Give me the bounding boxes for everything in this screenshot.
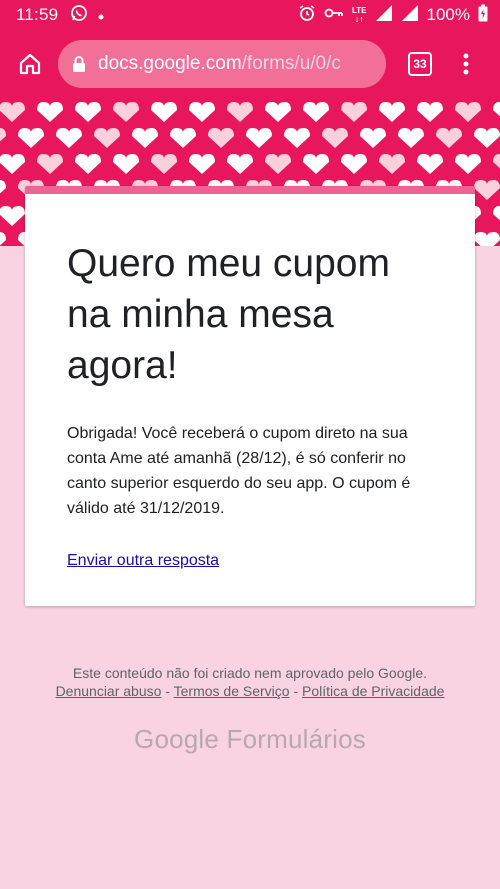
heart-shape [474,128,500,148]
heart-shape [18,128,44,148]
heart-shape [436,128,462,148]
heart-shape [303,102,329,122]
report-abuse-link[interactable]: Denunciar abuso [56,683,162,699]
footer: Este conteúdo não foi criado nem aprovad… [0,664,500,700]
heart-shape [0,232,6,246]
heart-shape [56,128,82,148]
signal-icon-2 [401,4,419,27]
heart-shape [75,154,101,174]
heart-shape [265,102,291,122]
battery-charging-icon [478,4,488,27]
heart-shape [398,128,424,148]
heart-shape [417,154,443,174]
heart-shape [170,128,196,148]
heart-shape [284,128,310,148]
url-path: /forms/u/0/c [241,53,341,74]
heart-shape [360,128,386,148]
heart-shape [455,154,481,174]
google-wordmark: Google [134,724,220,754]
heart-shape [417,102,443,122]
forms-wordmark: Formulários [226,724,366,754]
heart-shape [189,102,215,122]
heart-shape [455,102,481,122]
signal-icon [375,4,393,27]
heart-shape [379,154,405,174]
heart-shape [0,206,25,226]
heart-shape [132,128,158,148]
heart-shape [493,206,500,221]
heart-shape [113,102,139,122]
url-text: docs.google.com/forms/u/0/c [98,53,341,75]
more-menu-button[interactable] [456,44,476,84]
browser-toolbar: docs.google.com/forms/u/0/c 33 [0,30,500,98]
alarm-icon [298,4,316,27]
heart-shape [0,180,6,194]
notification-dot-icon [98,5,104,25]
footer-disclaimer: Este conteúdo não foi criado nem aprovad… [72,665,428,681]
lock-icon [72,55,86,73]
heart-shape [0,154,25,174]
form-title: Quero meu cupom na minha mesa agora! [67,242,390,387]
google-forms-logo[interactable]: Google Formulários [0,724,500,755]
heart-shape [493,154,500,169]
url-host: docs.google.com [98,53,242,74]
status-bar: 11:59 LTE ↓↑ 100% [0,0,500,30]
heart-shape [322,128,348,148]
footer-links: Denunciar abuso - Termos de Serviço - Po… [0,682,500,700]
whatsapp-icon [70,4,88,27]
status-time: 11:59 [16,5,59,24]
heart-shape [151,102,177,122]
heart-shape [189,154,215,174]
tab-switcher-button[interactable]: 33 [408,52,432,76]
battery-percentage: 100% [426,5,470,24]
heart-shape [341,154,367,174]
heart-shape [113,154,139,174]
confirmation-message: Obrigada! Você receberá o cupom direto n… [67,425,411,517]
vpn-key-icon [324,5,344,25]
heart-shape [474,180,500,200]
heart-shape [227,102,253,122]
url-bar[interactable]: docs.google.com/forms/u/0/c [58,40,386,88]
heart-shape [474,232,500,246]
heart-shape [0,102,25,122]
heart-shape [379,102,405,122]
heart-shape [303,154,329,174]
heart-shape [493,102,500,117]
heart-shape [208,128,234,148]
heart-shape [37,154,63,174]
submit-another-response-link[interactable]: Enviar outra resposta [67,552,219,570]
footer-separator: - [289,683,303,699]
lte-indicator: LTE ↓↑ [352,7,367,24]
more-vert-icon [463,53,469,75]
heart-shape [246,128,272,148]
form-confirmation-card: Quero meu cupom na minha mesa agora! Obr… [25,186,475,606]
heart-shape [37,102,63,122]
data-arrows-icon: ↓↑ [354,14,364,24]
home-icon [19,53,41,75]
heart-shape [341,102,367,122]
heart-shape [75,102,101,122]
heart-shape [227,154,253,174]
privacy-policy-link[interactable]: Política de Privacidade [302,683,444,699]
heart-shape [151,154,177,174]
heart-shape [265,154,291,174]
heart-shape [94,128,120,148]
heart-shape [0,128,6,142]
terms-of-service-link[interactable]: Termos de Serviço [174,683,290,699]
footer-separator: - [161,683,174,699]
home-button[interactable] [10,44,50,84]
